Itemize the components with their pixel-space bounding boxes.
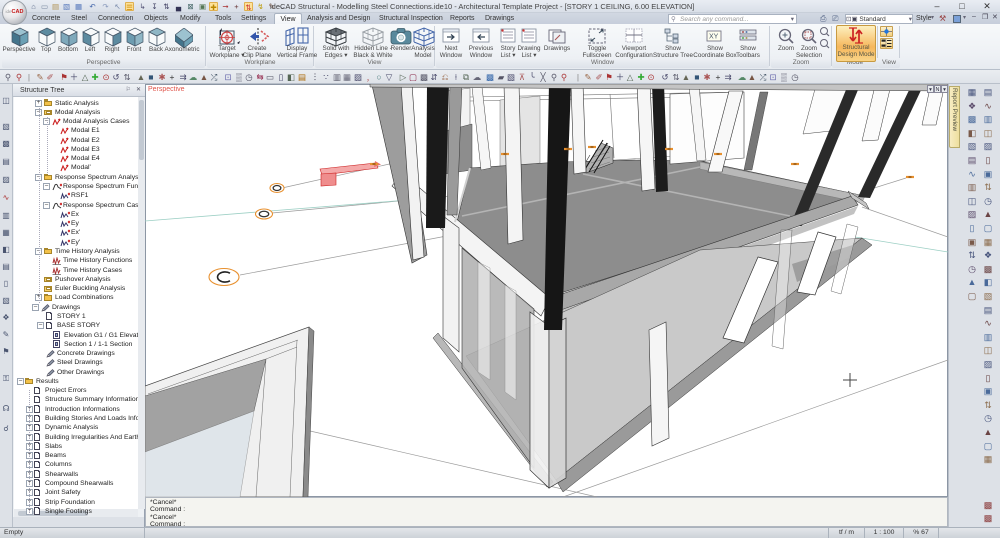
svg-text:XY: XY bbox=[709, 34, 719, 41]
